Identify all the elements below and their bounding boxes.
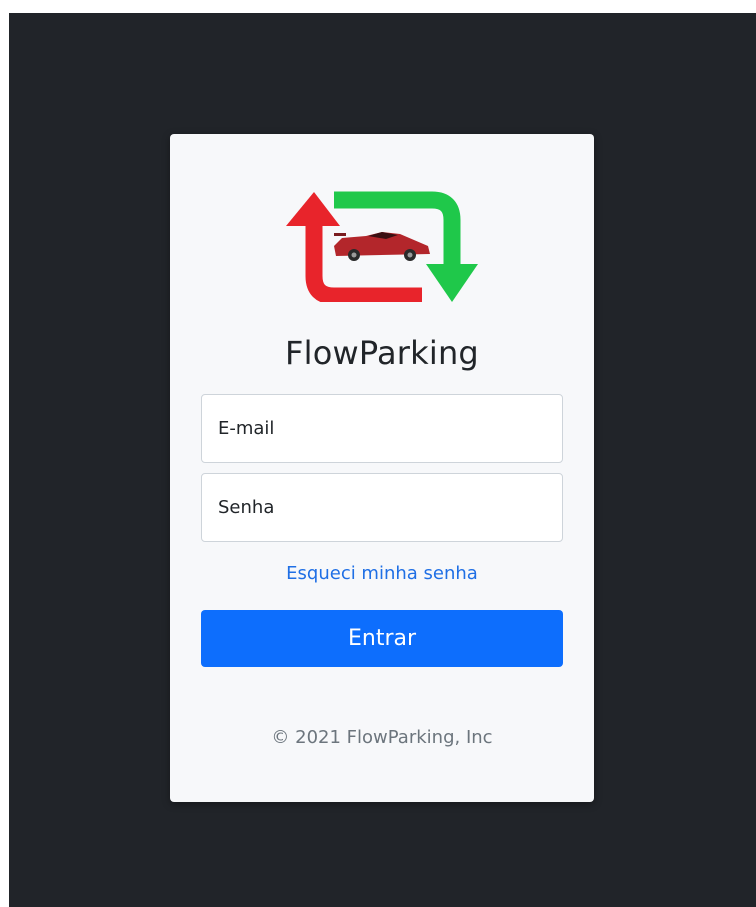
password-field[interactable]: [201, 473, 563, 542]
copyright-text: © 2021 FlowParking, Inc: [271, 727, 493, 748]
brand-name: FlowParking: [285, 334, 479, 372]
login-button[interactable]: Entrar: [201, 610, 563, 667]
login-card: FlowParking Esqueci minha senha Entrar ©…: [170, 134, 594, 802]
forgot-password-link[interactable]: Esqueci minha senha: [170, 563, 594, 584]
car-arrows-logo-icon: [286, 191, 478, 302]
email-field[interactable]: [201, 394, 563, 463]
car-icon: [334, 232, 430, 261]
